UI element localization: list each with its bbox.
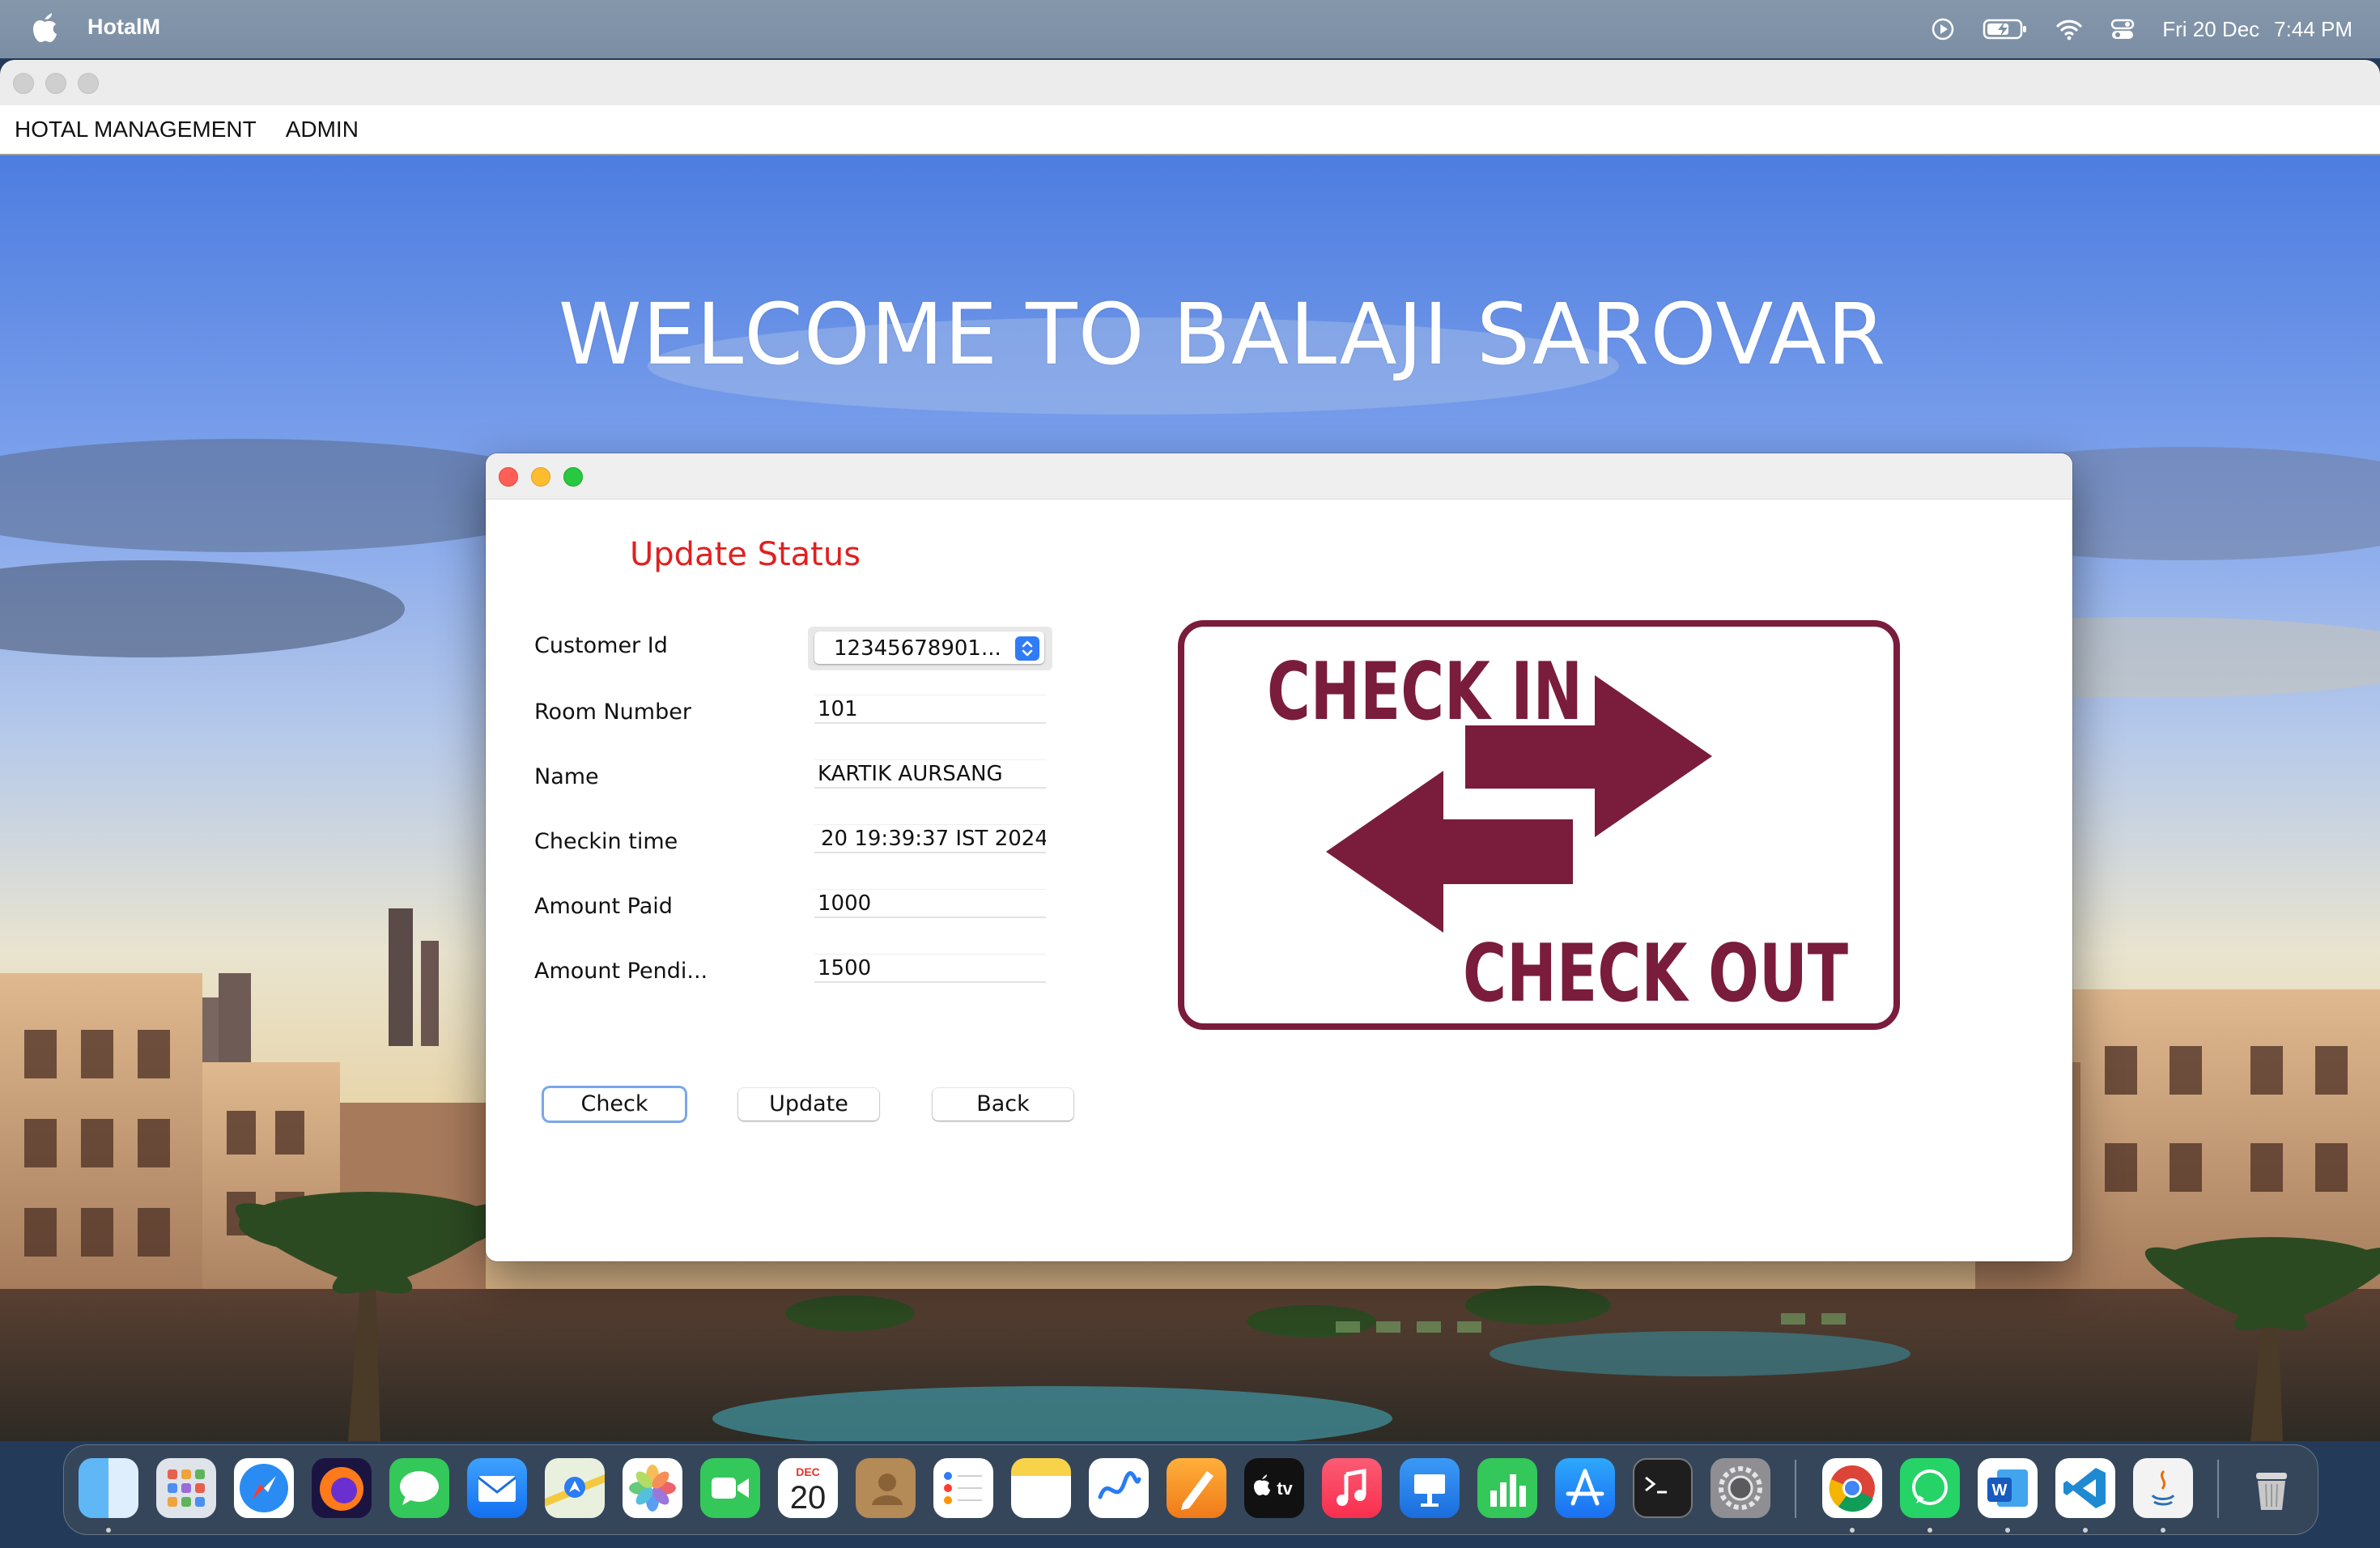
name-label: Name (534, 764, 599, 789)
system-settings-icon[interactable] (1711, 1458, 1770, 1518)
firefox-icon[interactable] (312, 1458, 372, 1518)
amount-pending-label: Amount Pendi... (534, 959, 708, 984)
chrome-icon[interactable] (1822, 1458, 1882, 1518)
check-in-check-out-image: CHECK IN CHECK OUT (1178, 620, 1900, 1030)
control-center-icon[interactable] (2110, 18, 2135, 40)
customer-id-select[interactable]: 12345678901... (814, 632, 1044, 664)
terminal-icon[interactable] (1633, 1458, 1693, 1518)
battery-icon[interactable] (1983, 18, 2028, 40)
app-menu-bar: HOTAL MANAGEMENT ADMIN (0, 105, 2380, 155)
contacts-icon[interactable] (856, 1458, 916, 1518)
status-area: Fri 20 Dec 7:44 PM (1931, 0, 2352, 58)
apple-tv-icon[interactable]: tv (1244, 1458, 1304, 1518)
reminders-icon[interactable] (933, 1458, 993, 1518)
java-running-dot (2161, 1528, 2165, 1533)
numbers-icon[interactable] (1477, 1458, 1537, 1518)
checkin-time-field[interactable]: 20 19:39:37 IST 2024 (814, 824, 1046, 853)
app-name[interactable]: HotalM (87, 15, 160, 40)
mail-icon[interactable] (467, 1458, 527, 1518)
calendar-month: DEC (796, 1465, 820, 1478)
messages-icon[interactable] (389, 1458, 449, 1518)
dock-separator-trash (2217, 1460, 2219, 1518)
update-status-dialog: Update Status Customer Id Room Number Na… (486, 453, 2072, 1261)
check-button[interactable]: Check (544, 1088, 685, 1121)
menu-hotal-management[interactable]: HOTAL MANAGEMENT (0, 117, 271, 142)
maps-icon[interactable] (545, 1458, 605, 1518)
dialog-minimize-button[interactable] (531, 467, 550, 487)
customer-id-select-wrapper: 12345678901... (808, 627, 1052, 670)
whatsapp-icon[interactable] (1900, 1458, 1960, 1518)
freeform-icon[interactable] (1089, 1458, 1149, 1518)
wifi-icon[interactable] (2055, 18, 2083, 40)
dock: DEC 20 tv W (63, 1444, 2318, 1535)
notes-icon[interactable] (1011, 1458, 1071, 1518)
calendar-day: 20 (790, 1480, 827, 1516)
check-out-text: CHECK OUT (1463, 928, 1848, 1020)
svg-text:W: W (1992, 1482, 2008, 1499)
screen-record-icon[interactable] (1931, 17, 1955, 41)
update-button[interactable]: Update (738, 1088, 879, 1121)
minimize-window-button[interactable] (45, 73, 66, 94)
java-icon[interactable] (2133, 1458, 2193, 1518)
amount-pending-field[interactable]: 1500 (814, 954, 1046, 983)
tv-label: tv (1277, 1478, 1293, 1499)
back-button[interactable]: Back (933, 1088, 1073, 1121)
date-text: Fri 20 Dec (2162, 16, 2260, 41)
facetime-icon[interactable] (700, 1458, 760, 1518)
trash-icon[interactable] (2242, 1458, 2301, 1518)
calendar-icon[interactable]: DEC 20 (778, 1458, 838, 1518)
apple-icon[interactable] (31, 11, 58, 44)
time-text: 7:44 PM (2274, 16, 2352, 41)
finder-icon[interactable] (79, 1458, 138, 1518)
window-title-bar[interactable] (0, 60, 2380, 106)
vscode-running-dot (2083, 1528, 2088, 1533)
photos-icon[interactable] (623, 1458, 682, 1518)
customer-id-label: Customer Id (534, 633, 668, 658)
vscode-icon[interactable] (2055, 1458, 2115, 1518)
pages-icon[interactable] (1167, 1458, 1226, 1518)
amount-paid-label: Amount Paid (534, 894, 673, 919)
clock[interactable]: Fri 20 Dec 7:44 PM (2162, 17, 2352, 42)
music-icon[interactable] (1322, 1458, 1382, 1518)
select-chevron-icon[interactable] (1015, 636, 1039, 661)
finder-running-dot (106, 1528, 111, 1533)
zoom-window-button[interactable] (78, 73, 99, 94)
dock-separator (1795, 1460, 1796, 1518)
whatsapp-running-dot (1927, 1528, 1932, 1533)
menu-admin[interactable]: ADMIN (271, 117, 373, 142)
app-store-icon[interactable] (1555, 1458, 1615, 1518)
dialog-heading: Update Status (630, 536, 861, 573)
dialog-zoom-button[interactable] (563, 467, 583, 487)
welcome-heading: WELCOME TO BALAJI SAROVAR (558, 285, 1887, 384)
check-in-text: CHECK IN (1267, 646, 1583, 738)
word-icon[interactable]: W (1978, 1458, 2038, 1518)
amount-paid-field[interactable]: 1000 (814, 889, 1046, 918)
checkin-time-label: Checkin time (534, 829, 678, 854)
customer-id-value: 12345678901... (834, 636, 1001, 661)
keynote-icon[interactable] (1400, 1458, 1460, 1518)
word-running-dot (2005, 1528, 2010, 1533)
room-number-field[interactable]: 101 (814, 695, 1046, 724)
name-field[interactable]: KARTIK AURSANG (814, 759, 1046, 789)
launchpad-icon[interactable] (156, 1458, 216, 1518)
chrome-running-dot (1850, 1528, 1855, 1533)
menu-bar: HotalM Fri 20 Dec 7:44 PM (0, 0, 2380, 58)
dialog-close-button[interactable] (499, 467, 518, 487)
room-number-label: Room Number (534, 700, 691, 725)
dialog-title-bar[interactable] (486, 453, 2072, 500)
close-window-button[interactable] (13, 73, 34, 94)
safari-icon[interactable] (234, 1458, 294, 1518)
